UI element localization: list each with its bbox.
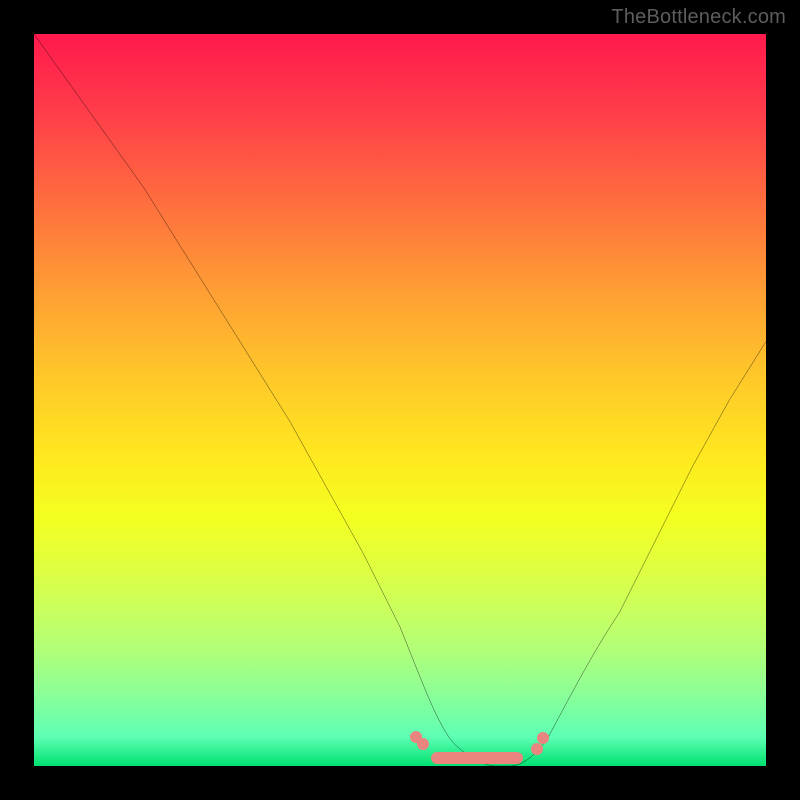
valley-marker-dot <box>417 738 429 750</box>
valley-marker-dot <box>537 732 549 744</box>
curve-path <box>34 34 766 766</box>
valley-marker-dot <box>531 743 543 755</box>
watermark-label: TheBottleneck.com <box>611 6 786 29</box>
valley-marker-band <box>431 752 523 764</box>
bottleneck-curve <box>34 34 766 766</box>
chart-frame: TheBottleneck.com <box>0 0 800 800</box>
plot-area <box>34 34 766 766</box>
